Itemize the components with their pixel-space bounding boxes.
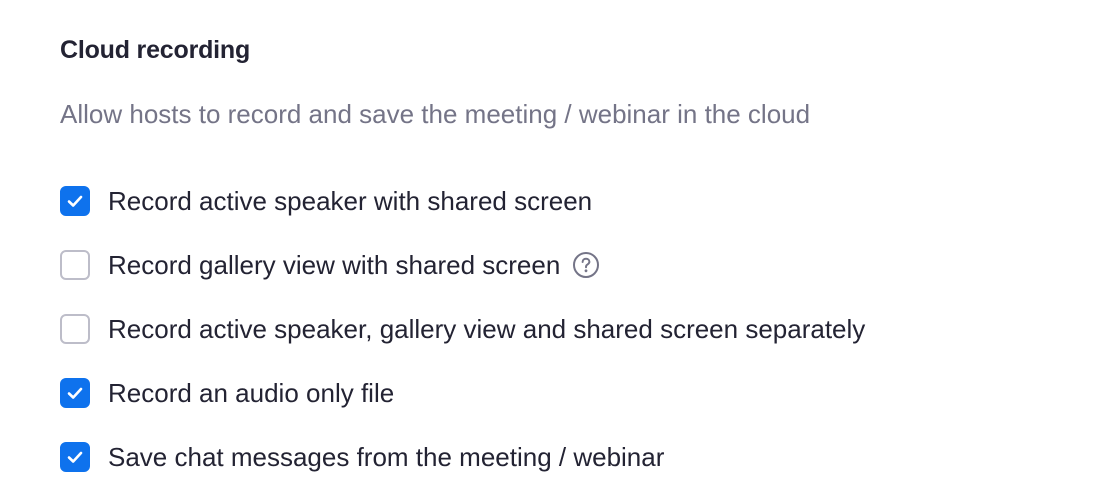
- option-separate-recording[interactable]: Record active speaker, gallery view and …: [60, 297, 865, 361]
- checkbox[interactable]: [60, 250, 90, 280]
- section-title: Cloud recording: [60, 36, 251, 64]
- checkbox[interactable]: [60, 186, 90, 216]
- option-label: Record active speaker with shared screen: [108, 185, 593, 216]
- option-save-chat-messages[interactable]: Save chat messages from the meeting / we…: [60, 425, 865, 489]
- section-description: Allow hosts to record and save the meeti…: [60, 99, 811, 129]
- checkmark-icon: [67, 387, 83, 399]
- option-label: Save chat messages from the meeting / we…: [108, 441, 665, 472]
- option-label: Record gallery view with shared screen: [108, 249, 561, 280]
- option-label: Record an audio only file: [108, 377, 395, 408]
- option-active-speaker-shared-screen[interactable]: Record active speaker with shared screen: [60, 169, 865, 233]
- option-gallery-view-shared-screen[interactable]: Record gallery view with shared screen: [60, 233, 865, 297]
- question-circle-icon[interactable]: [572, 251, 600, 279]
- option-label: Record active speaker, gallery view and …: [108, 313, 866, 344]
- checkbox[interactable]: [60, 442, 90, 472]
- checkbox[interactable]: [60, 378, 90, 408]
- recording-options-list: Record active speaker with shared screen…: [60, 169, 865, 489]
- option-audio-only-file[interactable]: Record an audio only file: [60, 361, 865, 425]
- checkbox[interactable]: [60, 314, 90, 344]
- checkmark-icon: [67, 451, 83, 463]
- checkmark-icon: [67, 195, 83, 207]
